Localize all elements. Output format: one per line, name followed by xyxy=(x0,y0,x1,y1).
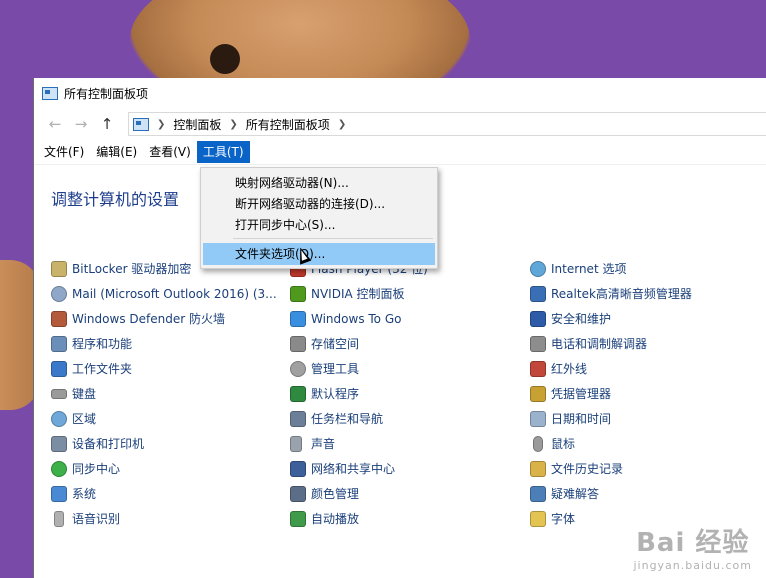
item-speech-recognition[interactable]: 语音识别 xyxy=(51,506,277,531)
item-admin-tools[interactable]: 管理工具 xyxy=(290,356,428,381)
item-system[interactable]: 系统 xyxy=(51,481,277,506)
mail-icon xyxy=(51,285,67,302)
navigation-bar: ← → ↑ ❯ 控制面板 ❯ 所有控制面板项 ❯ xyxy=(34,108,766,140)
item-infrared[interactable]: 红外线 xyxy=(530,356,692,381)
items-column-2: Flash Player (32 位) NVIDIA 控制面板 Windows … xyxy=(290,256,428,531)
items-column-3: Internet 选项 Realtek高清晰音频管理器 安全和维护 电话和调制解… xyxy=(530,256,692,531)
taskbar-icon xyxy=(290,410,306,427)
firewall-icon xyxy=(51,310,67,327)
watermark-url: jingyan.baidu.com xyxy=(633,559,752,572)
speaker-icon xyxy=(290,435,302,452)
system-icon xyxy=(51,485,67,502)
title-bar: 所有控制面板项 xyxy=(34,78,766,108)
item-security-maintenance[interactable]: 安全和维护 xyxy=(530,306,692,331)
menu-bar: 文件(F) 编辑(E) 查看(V) 工具(T) xyxy=(34,140,766,165)
item-mail[interactable]: Mail (Microsoft Outlook 2016) (3... xyxy=(51,281,277,306)
credential-icon xyxy=(530,385,546,402)
item-nvidia[interactable]: NVIDIA 控制面板 xyxy=(290,281,428,306)
mouse-icon xyxy=(533,435,543,452)
tools-dropdown-menu: 映射网络驱动器(N)... 断开网络驱动器的连接(D)... 打开同步中心(S)… xyxy=(200,167,438,269)
item-mouse[interactable]: 鼠标 xyxy=(530,431,692,456)
item-region[interactable]: 区域 xyxy=(51,406,277,431)
menu-folder-options[interactable]: 文件夹选项(O)... xyxy=(203,243,435,265)
watermark: Bai 经验 jingyan.baidu.com xyxy=(633,522,752,572)
item-credential-manager[interactable]: 凭据管理器 xyxy=(530,381,692,406)
troubleshoot-icon xyxy=(530,485,546,502)
printer-icon xyxy=(51,435,67,452)
menu-edit[interactable]: 编辑(E) xyxy=(90,141,143,163)
item-autoplay[interactable]: 自动播放 xyxy=(290,506,428,531)
breadcrumb-control-panel[interactable]: 控制面板 xyxy=(173,116,221,133)
item-color-management[interactable]: 颜色管理 xyxy=(290,481,428,506)
programs-icon xyxy=(51,335,67,352)
work-folders-icon xyxy=(51,360,67,377)
menu-divider xyxy=(233,238,433,239)
item-network-sharing[interactable]: 网络和共享中心 xyxy=(290,456,428,481)
item-devices-printers[interactable]: 设备和打印机 xyxy=(51,431,277,456)
menu-view[interactable]: 查看(V) xyxy=(143,141,197,163)
item-programs[interactable]: 程序和功能 xyxy=(51,331,277,356)
monitor-icon xyxy=(290,485,306,502)
window-title: 所有控制面板项 xyxy=(64,86,149,101)
file-history-icon xyxy=(530,460,546,477)
item-keyboard[interactable]: 键盘 xyxy=(51,381,277,406)
up-arrow-icon[interactable]: ↑ xyxy=(96,115,118,133)
flag-icon xyxy=(530,310,546,327)
chevron-right-icon[interactable]: ❯ xyxy=(338,119,346,130)
realtek-icon xyxy=(530,285,546,302)
item-troubleshooting[interactable]: 疑难解答 xyxy=(530,481,692,506)
font-icon xyxy=(530,510,546,527)
microphone-icon xyxy=(54,510,64,527)
menu-tools[interactable]: 工具(T) xyxy=(196,141,250,163)
gear-icon xyxy=(290,360,306,377)
breadcrumb-all-items[interactable]: 所有控制面板项 xyxy=(246,116,330,133)
chevron-right-icon[interactable]: ❯ xyxy=(157,119,165,130)
item-work-folders[interactable]: 工作文件夹 xyxy=(51,356,277,381)
item-taskbar[interactable]: 任务栏和导航 xyxy=(290,406,428,431)
menu-file[interactable]: 文件(F) xyxy=(38,141,90,163)
item-file-history[interactable]: 文件历史记录 xyxy=(530,456,692,481)
item-storage-spaces[interactable]: 存储空间 xyxy=(290,331,428,356)
menu-disconnect-network-drive[interactable]: 断开网络驱动器的连接(D)... xyxy=(203,193,435,215)
infrared-icon xyxy=(530,360,546,377)
wallpaper-dog-eye xyxy=(210,44,240,74)
chevron-right-icon[interactable]: ❯ xyxy=(229,119,237,130)
address-bar[interactable]: ❯ 控制面板 ❯ 所有控制面板项 ❯ xyxy=(128,112,766,136)
control-panel-icon xyxy=(133,117,149,131)
control-panel-window: 所有控制面板项 ← → ↑ ❯ 控制面板 ❯ 所有控制面板项 ❯ 文件(F) 编… xyxy=(33,78,766,578)
forward-arrow-icon[interactable]: → xyxy=(70,115,92,133)
sync-icon xyxy=(51,460,67,477)
storage-icon xyxy=(290,335,306,352)
item-sync-center[interactable]: 同步中心 xyxy=(51,456,277,481)
network-icon xyxy=(290,460,306,477)
menu-map-network-drive[interactable]: 映射网络驱动器(N)... xyxy=(203,172,435,194)
page-title: 调整计算机的设置 xyxy=(51,190,180,209)
nvidia-icon xyxy=(290,285,306,302)
back-arrow-icon[interactable]: ← xyxy=(44,115,66,133)
item-windows-to-go[interactable]: Windows To Go xyxy=(290,306,428,331)
item-sound[interactable]: 声音 xyxy=(290,431,428,456)
clock-icon xyxy=(530,410,546,427)
item-defender-firewall[interactable]: Windows Defender 防火墙 xyxy=(51,306,277,331)
autoplay-icon xyxy=(290,510,306,527)
globe-icon xyxy=(51,410,67,427)
control-panel-icon xyxy=(42,86,58,100)
internet-icon xyxy=(530,260,546,277)
item-date-time[interactable]: 日期和时间 xyxy=(530,406,692,431)
menu-open-sync-center[interactable]: 打开同步中心(S)... xyxy=(203,214,435,236)
bitlocker-icon xyxy=(51,260,67,277)
item-default-programs[interactable]: 默认程序 xyxy=(290,381,428,406)
item-realtek[interactable]: Realtek高清晰音频管理器 xyxy=(530,281,692,306)
windows-to-go-icon xyxy=(290,310,306,327)
default-programs-icon xyxy=(290,385,306,402)
watermark-title: Bai 经验 xyxy=(636,528,750,558)
item-internet-options[interactable]: Internet 选项 xyxy=(530,256,692,281)
item-phone-modem[interactable]: 电话和调制解调器 xyxy=(530,331,692,356)
phone-icon xyxy=(530,335,546,352)
items-column-1: BitLocker 驱动器加密 Mail (Microsoft Outlook … xyxy=(51,256,277,531)
keyboard-icon xyxy=(51,388,67,399)
